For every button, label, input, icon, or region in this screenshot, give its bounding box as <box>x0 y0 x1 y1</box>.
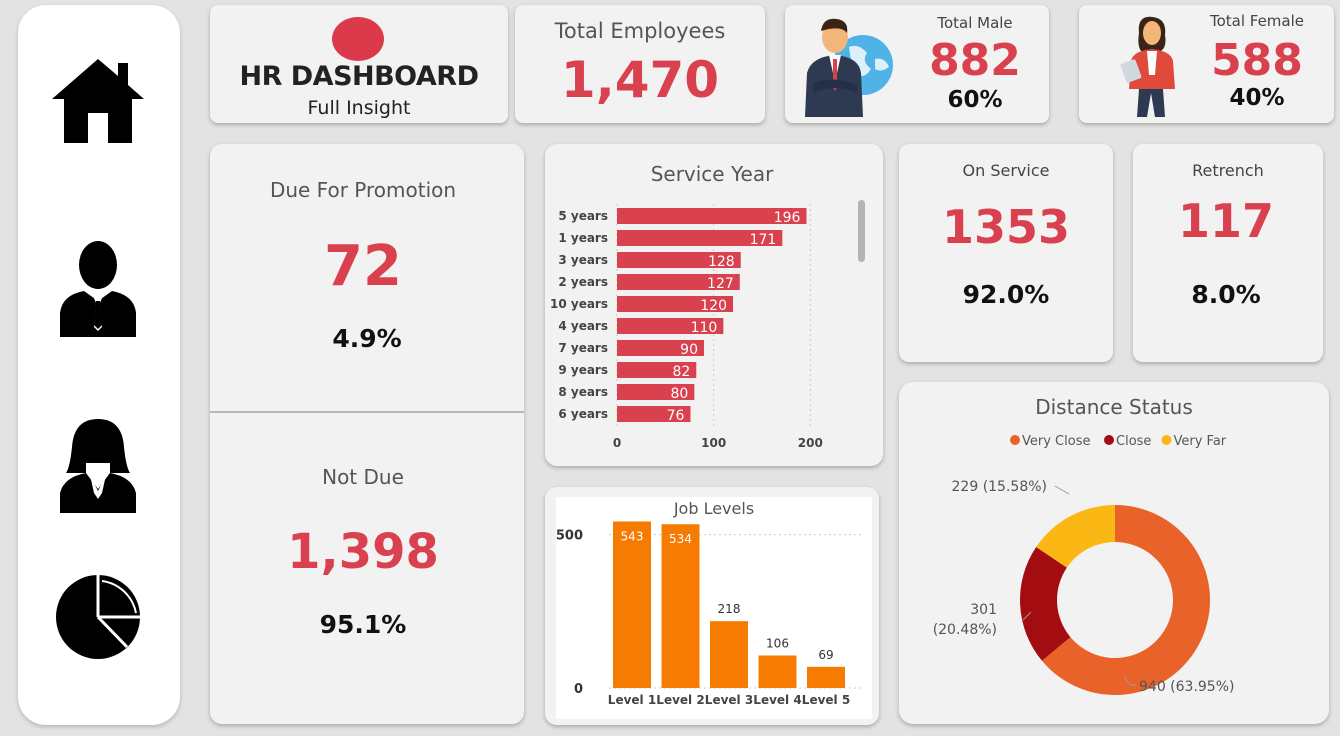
total-female-card: Total Female 588 40% <box>1079 5 1334 123</box>
x-tick-label: 0 <box>613 436 621 450</box>
on-service-card: On Service 1353 92.0% <box>899 144 1113 362</box>
due-promotion-label: Due For Promotion <box>269 178 457 202</box>
businesswoman-illustration-icon <box>1119 13 1183 123</box>
title-card: HR DASHBOARD Full Insight <box>210 5 508 123</box>
distance-status-card: Distance Status Very Close Close Very Far 9… <box>899 382 1329 724</box>
total-female-pct: 40% <box>1229 85 1285 111</box>
category-label: 6 years <box>558 407 608 421</box>
data-label: 301 (20.48%) <box>933 602 997 638</box>
data-label: 127 <box>707 276 734 292</box>
due-promotion-value: 72 <box>324 234 402 299</box>
data-label: 76 <box>667 408 685 424</box>
legend-label: Very Close <box>1022 434 1090 449</box>
data-label: 229 (15.58%) <box>952 479 1047 495</box>
x-tick-label: 100 <box>701 436 726 450</box>
home-icon[interactable] <box>18 55 178 145</box>
category-label: Level 2 <box>656 693 704 707</box>
retrench-pct: 8.0% <box>1191 280 1261 309</box>
total-male-value: 882 <box>929 35 1021 86</box>
category-label: Level 4 <box>753 693 801 707</box>
male-user-icon[interactable] <box>18 239 178 337</box>
legend-marker <box>1104 435 1114 445</box>
legend-marker <box>1161 435 1172 445</box>
category-label: Level 1 <box>608 693 656 707</box>
total-employees-value: 1,470 <box>560 51 720 109</box>
data-label: 120 <box>700 298 727 314</box>
bar <box>758 655 797 688</box>
legend-label: Close <box>1116 434 1151 449</box>
legend-marker <box>1010 435 1020 445</box>
data-label: 218 <box>718 602 741 616</box>
data-label: 940 (63.95%) <box>1139 679 1234 695</box>
pie-chart-icon[interactable] <box>18 571 178 663</box>
not-due-pct: 95.1% <box>319 610 407 639</box>
businessman-illustration-icon <box>801 13 897 121</box>
divider <box>210 411 524 413</box>
category-label: 9 years <box>558 363 608 377</box>
category-label: Level 5 <box>802 693 850 707</box>
total-employees-label: Total Employees <box>554 19 726 43</box>
total-employees-card: Total Employees 1,470 <box>515 5 765 123</box>
category-label: 3 years <box>558 253 608 267</box>
not-due-label: Not Due <box>322 465 404 489</box>
data-label: 69 <box>818 648 833 662</box>
legend-label: Very Far <box>1174 434 1227 449</box>
category-label: 2 years <box>558 275 608 289</box>
bar <box>613 521 651 688</box>
category-label: 10 years <box>550 297 608 311</box>
total-male-label: Total Male <box>937 14 1013 32</box>
total-female-label: Total Female <box>1209 12 1305 30</box>
data-label: 106 <box>766 636 789 650</box>
category-label: 7 years <box>558 341 608 355</box>
on-service-value: 1353 <box>941 200 1071 254</box>
female-user-icon[interactable] <box>18 417 178 513</box>
data-label-line: (20.48%) <box>933 622 997 638</box>
data-label: 534 <box>669 532 692 546</box>
on-service-pct: 92.0% <box>962 280 1050 309</box>
job-levels-chart: 0 500 543 Level 1 534 Level 2 218 Level 3 106 Lev… <box>556 521 861 707</box>
not-due-value: 1,398 <box>287 524 439 580</box>
leader-line <box>1054 485 1070 495</box>
total-female-value: 588 <box>1211 35 1303 86</box>
category-label: 8 years <box>558 385 608 399</box>
data-label: 110 <box>691 320 718 336</box>
data-label: 82 <box>672 364 690 380</box>
data-label: 196 <box>774 210 801 226</box>
logo-dot <box>332 17 384 61</box>
due-promotion-pct: 4.9% <box>332 324 402 353</box>
y-tick-label: 500 <box>556 529 583 544</box>
data-label: 128 <box>708 254 735 270</box>
job-levels-card: Job Levels 0 500 543 Level 1 534 Level 2 218 Le… <box>545 487 879 725</box>
data-label: 90 <box>680 342 698 358</box>
category-label: 5 years <box>558 209 608 223</box>
retrench-value: 117 <box>1177 194 1275 248</box>
data-label: 80 <box>671 386 689 402</box>
retrench-label: Retrench <box>1192 161 1264 180</box>
bar <box>807 666 845 688</box>
total-male-pct: 60% <box>947 87 1003 113</box>
scrollbar-thumb[interactable] <box>858 200 865 262</box>
retrench-card: Retrench 117 8.0% <box>1133 144 1323 362</box>
bar <box>661 524 700 688</box>
promotion-card: Due For Promotion 72 4.9% Not Due 1,398 … <box>210 144 524 724</box>
category-label: Level 3 <box>705 693 753 707</box>
x-tick-label: 200 <box>798 436 823 450</box>
data-label: 171 <box>750 232 777 248</box>
total-male-card: Total Male 882 60% <box>785 5 1049 123</box>
dashboard-title: HR DASHBOARD <box>239 61 479 92</box>
data-label-line: 301 <box>970 602 997 618</box>
distance-status-chart: Very Close Close Very Far 940 (63.95%) 301 (2… <box>933 434 1234 695</box>
dashboard-subtitle: Full Insight <box>307 97 411 119</box>
category-label: 4 years <box>558 319 608 333</box>
y-tick-label: 0 <box>574 682 583 697</box>
bar <box>710 621 748 688</box>
on-service-label: On Service <box>962 161 1050 180</box>
service-year-chart: 0 100 200 5 years 196 1 years 171 3 years 128 2 y… <box>550 204 823 450</box>
sidebar <box>18 5 180 725</box>
service-year-card: Service Year 0 100 200 5 years 196 1 years 171… <box>545 144 883 466</box>
category-label: 1 years <box>558 231 608 245</box>
data-label: 543 <box>621 529 644 543</box>
